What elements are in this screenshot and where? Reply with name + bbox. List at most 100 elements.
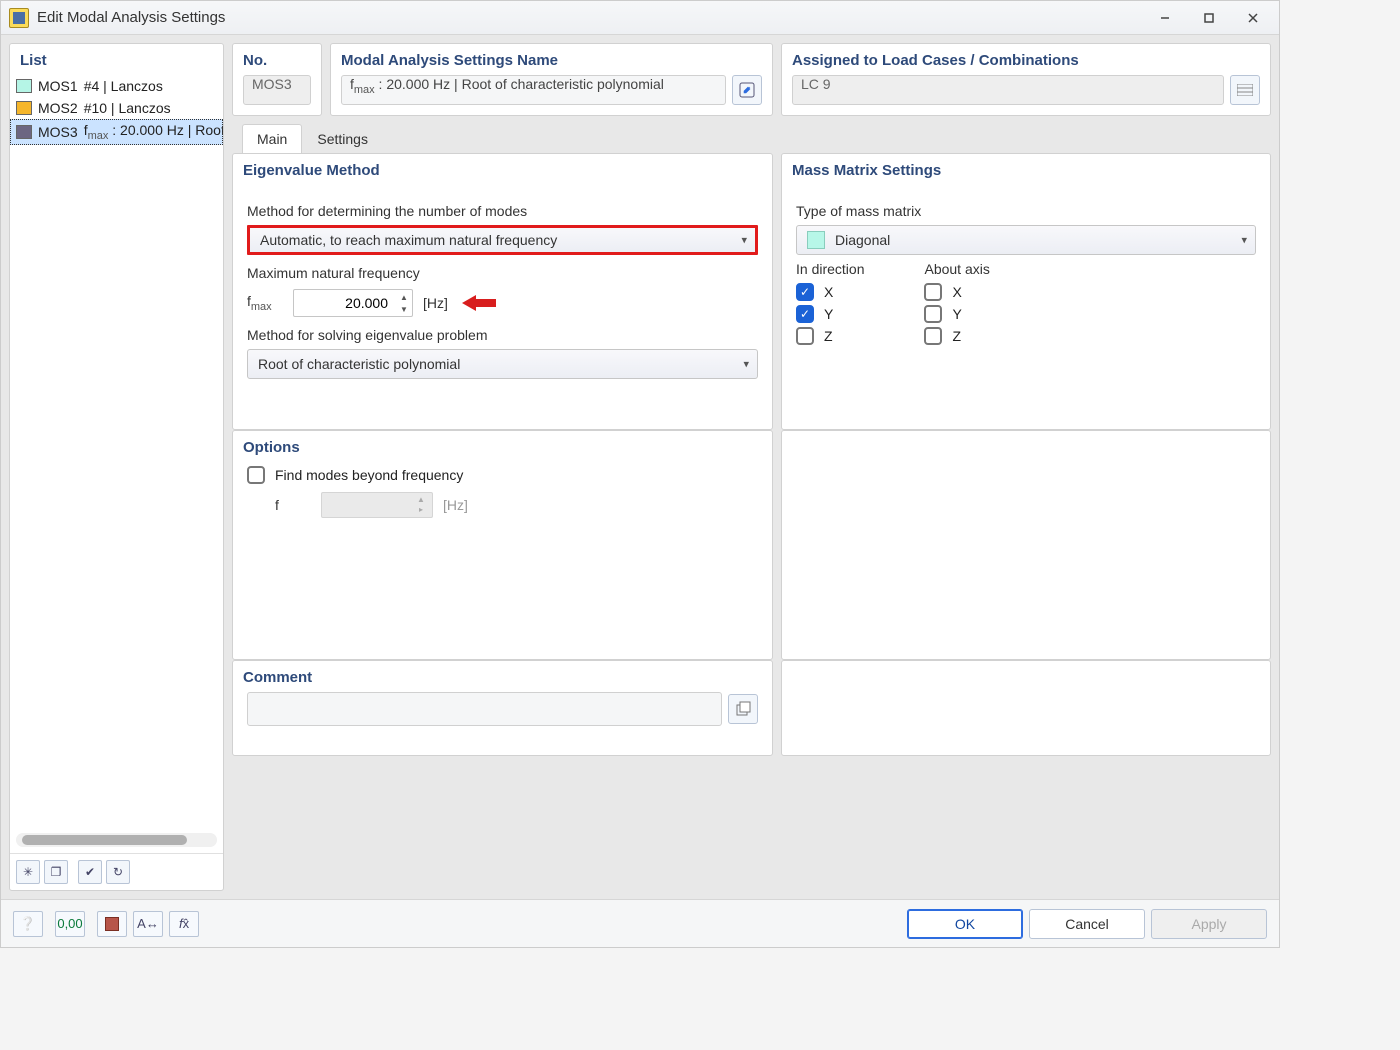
axis-header: About axis [924,261,989,277]
copy-item-button[interactable]: ❐ [44,860,68,884]
minimize-button[interactable] [1143,4,1187,32]
list-item-id: MOS3 [38,124,78,140]
list-item-mos3[interactable]: MOS3 fmax : 20.000 Hz | Root of characte… [10,119,223,145]
assigned-details-button[interactable] [1230,75,1260,105]
color-swatch [16,79,32,93]
no-field: MOS3 [243,75,311,105]
assigned-panel: Assigned to Load Cases / Combinations LC… [781,43,1271,116]
main-area: No. MOS3 Modal Analysis Settings Name fm… [232,43,1271,891]
cancel-button[interactable]: Cancel [1029,909,1145,939]
mass-type-label: Type of mass matrix [796,203,1256,219]
eigenvalue-panel: Eigenvalue Method Method for determining… [232,153,773,430]
upper-panels: Eigenvalue Method Method for determining… [232,153,1271,430]
list-item-id: MOS2 [38,100,78,116]
work-area: Main Settings Eigenvalue Method Method f… [232,124,1271,891]
mass-type-value: Diagonal [835,232,890,248]
axis-x-checkbox[interactable] [924,283,942,301]
list-header: List [10,44,223,75]
tab-main[interactable]: Main [242,124,302,153]
color-swatch [16,101,32,115]
beyond-f-input: ▲▸ [321,492,433,518]
comment-panel: Comment [232,660,773,756]
direction-header: In direction [796,261,864,277]
apply-button[interactable]: Apply [1151,909,1267,939]
axis-z-checkbox[interactable] [924,327,942,345]
solve-method-select[interactable]: Root of characteristic polynomial ▾ [247,349,758,379]
axis-y-checkbox[interactable] [924,305,942,323]
maximize-button[interactable] [1187,4,1231,32]
top-row: No. MOS3 Modal Analysis Settings Name fm… [232,43,1271,116]
mass-matrix-panel: Mass Matrix Settings Type of mass matrix… [781,153,1271,430]
mass-type-select[interactable]: Diagonal ▾ [796,225,1256,255]
no-label: No. [233,44,321,75]
name-field[interactable]: fmax : 20.000 Hz | Root of characteristi… [341,75,726,105]
list-item-mos2[interactable]: MOS2 #10 | Lanczos [10,97,223,119]
empty-right-panel [781,430,1271,661]
help-button[interactable]: ❔ [13,911,43,937]
color-swatch [16,125,32,139]
content-area: List MOS1 #4 | Lanczos MOS2 #10 | Lanczo… [1,35,1279,899]
font-button[interactable]: A↔ [133,911,163,937]
units-button[interactable]: 0,00 [55,911,85,937]
new-item-button[interactable]: ✳ [16,860,40,884]
check-all-button[interactable]: ✔ [78,860,102,884]
dialog-footer: ❔ 0,00 A↔ fx̂ OK Cancel Apply [1,899,1279,947]
list-item-mos1[interactable]: MOS1 #4 | Lanczos [10,75,223,97]
method-modes-select[interactable]: Automatic, to reach maximum natural freq… [247,225,758,255]
comment-header: Comment [233,661,772,692]
list-item-id: MOS1 [38,78,78,94]
name-label: Modal Analysis Settings Name [331,44,772,75]
comment-library-button[interactable] [728,694,758,724]
close-button[interactable] [1231,4,1275,32]
find-beyond-label: Find modes beyond frequency [275,467,463,483]
check-refresh-button[interactable]: ↻ [106,860,130,884]
beyond-f-unit: [Hz] [443,497,468,513]
options-header: Options [233,431,772,462]
list-item-desc: #4 | Lanczos [84,78,163,94]
empty-comment-right-panel [781,660,1271,756]
callout-arrow-icon [462,293,496,313]
fmax-spinner[interactable]: ▲▼ [397,291,411,315]
solve-method-value: Root of characteristic polynomial [258,356,460,372]
chevron-down-icon: ▾ [1241,234,1247,247]
method-modes-label: Method for determining the number of mod… [247,203,758,219]
find-beyond-checkbox[interactable] [247,466,265,484]
name-panel: Modal Analysis Settings Name fmax : 20.0… [330,43,773,116]
solve-method-label: Method for solving eigenvalue problem [247,327,758,343]
color-button[interactable] [97,911,127,937]
max-freq-label: Maximum natural frequency [247,265,758,281]
direction-z-checkbox[interactable] [796,327,814,345]
list-item-desc: fmax : 20.000 Hz | Root of characteristi… [84,122,223,142]
list-body: MOS1 #4 | Lanczos MOS2 #10 | Lanczos MOS… [10,75,223,827]
comment-input[interactable] [247,692,722,726]
direction-y-checkbox[interactable] [796,305,814,323]
comment-row: Comment [232,660,1271,891]
app-icon [9,8,29,28]
options-panel: Options Find modes beyond frequency f ▲▸ [232,430,773,661]
fmax-input[interactable] [293,289,413,317]
ok-button[interactable]: OK [907,909,1023,939]
chevron-down-icon: ▾ [743,358,749,371]
direction-x-checkbox[interactable] [796,283,814,301]
dialog-window: Edit Modal Analysis Settings List MOS1 #… [0,0,1280,948]
fmax-symbol: fmax [247,293,283,313]
edit-name-button[interactable] [732,75,762,105]
assigned-field: LC 9 [792,75,1224,105]
list-item-desc: #10 | Lanczos [84,100,171,116]
list-hscrollbar[interactable] [16,833,217,847]
titlebar: Edit Modal Analysis Settings [1,1,1279,35]
no-panel: No. MOS3 [232,43,322,116]
window-title: Edit Modal Analysis Settings [37,9,225,26]
fmax-unit: [Hz] [423,295,448,311]
mass-header: Mass Matrix Settings [782,154,1270,185]
assigned-label: Assigned to Load Cases / Combinations [782,44,1270,75]
list-panel: List MOS1 #4 | Lanczos MOS2 #10 | Lanczo… [9,43,224,891]
tab-settings[interactable]: Settings [302,124,383,153]
list-toolbar: ✳ ❐ ✔ ↻ [10,853,223,890]
beyond-f-symbol: f [275,497,311,513]
middle-panels: Options Find modes beyond frequency f ▲▸ [232,430,1271,661]
method-modes-value: Automatic, to reach maximum natural freq… [260,232,557,248]
tabs: Main Settings [232,124,1271,153]
fx-button[interactable]: fx̂ [169,911,199,937]
mass-type-color-chip [807,231,825,249]
